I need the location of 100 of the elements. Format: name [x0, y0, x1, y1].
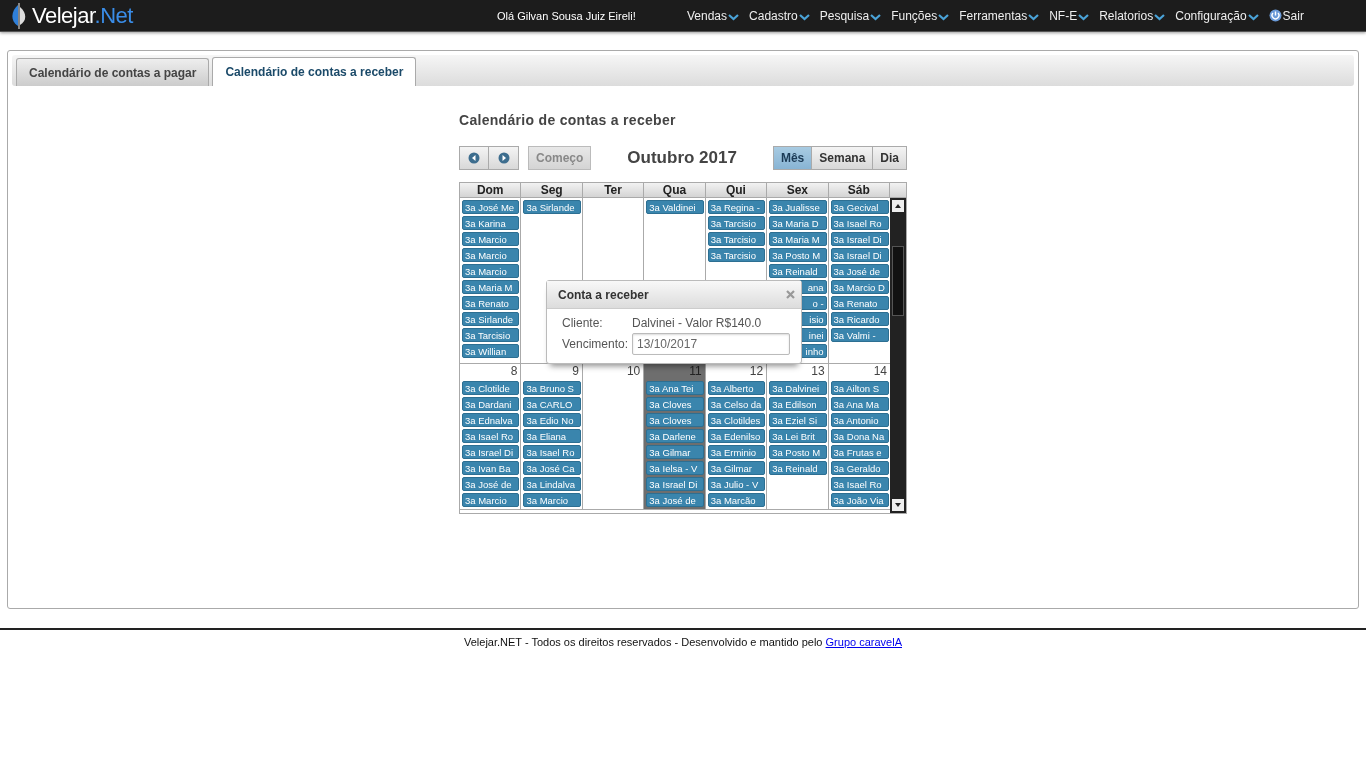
menu-item[interactable]: Ferramentas [959, 8, 1040, 23]
event-chip[interactable]: 3a Clotildes [707, 413, 766, 427]
previous-button[interactable] [459, 146, 489, 170]
view-button[interactable]: Dia [873, 146, 907, 170]
event-chip[interactable]: 3a Ielsa - V [646, 461, 704, 475]
event-chip[interactable]: 3a Dalvinei [769, 381, 827, 395]
event-chip[interactable]: 3a Erminio [707, 445, 766, 459]
scrollbar[interactable] [890, 198, 906, 513]
event-chip[interactable]: 3a João Via [830, 493, 889, 507]
event-chip[interactable]: 3a Lindalva [523, 477, 581, 491]
scrollbar-thumb[interactable] [892, 246, 904, 316]
event-chip[interactable]: 3a Karina [462, 216, 520, 230]
event-chip[interactable]: 3a Bruno S [523, 381, 581, 395]
event-chip[interactable]: 3a Marcio [462, 232, 520, 246]
menu-item[interactable]: NF-E [1049, 8, 1090, 23]
event-chip[interactable]: 3a Marcão [707, 493, 766, 507]
event-chip[interactable]: 3a Darlene [646, 429, 704, 443]
logout-link[interactable]: Sair [1268, 8, 1304, 23]
event-chip[interactable]: 3a Maria D [769, 216, 827, 230]
event-chip[interactable]: 3a José de [646, 493, 704, 507]
view-button[interactable]: Mês [772, 146, 813, 170]
event-chip[interactable]: 3a José Me [462, 200, 520, 214]
event-chip[interactable]: 3a Ivan Ba [462, 461, 520, 475]
event-chip[interactable]: 3a Isael Ro [830, 477, 889, 491]
event-chip[interactable]: 3a Eliana [523, 429, 581, 443]
event-chip[interactable]: 3a Gecival [830, 200, 889, 214]
menu-item[interactable]: Pesquisa [819, 8, 882, 23]
tab[interactable]: Calendário de contas a pagar [16, 58, 210, 86]
event-chip[interactable]: 3a Jualisse [769, 200, 827, 214]
event-chip[interactable]: 3a Maria M [462, 280, 520, 294]
event-chip[interactable]: 3a Reinald [769, 461, 827, 475]
event-chip[interactable]: 3a Posto M [769, 248, 827, 262]
menu-item[interactable]: Vendas [687, 8, 740, 23]
due-date-field[interactable]: 13/10/2017 [632, 333, 790, 355]
event-chip[interactable]: 3a Ana Ma [830, 397, 889, 411]
event-chip[interactable]: 3a Willian [462, 344, 520, 358]
view-button[interactable]: Semana [812, 146, 874, 170]
event-chip[interactable]: 3a Sirlande [462, 312, 520, 326]
event-chip[interactable]: 3a Reinald [769, 264, 827, 278]
event-chip[interactable]: 3a Isael Ro [830, 216, 889, 230]
event-chip[interactable]: 3a Ana Tei [646, 381, 704, 395]
chevron-down-icon [1247, 13, 1259, 21]
event-chip[interactable]: 3a Julio - V [707, 477, 766, 491]
event-chip[interactable]: 3a Israel Di [462, 445, 520, 459]
event-chip[interactable]: 3a Valmi - [830, 328, 889, 342]
event-chip[interactable]: 3a Tarcisio [707, 232, 766, 246]
event-chip[interactable]: 3a Marcio D [830, 280, 889, 294]
event-chip[interactable]: 3a Tarcisio [707, 216, 766, 230]
event-chip[interactable]: 3a Eziel Si [769, 413, 827, 427]
event-chip[interactable]: 3a Celso da [707, 397, 766, 411]
event-chip[interactable]: 3a Ednalva [462, 413, 520, 427]
event-chip[interactable]: 3a José de [830, 264, 889, 278]
event-chip[interactable]: 3a Alberto [707, 381, 766, 395]
event-chip[interactable]: 3a Geraldo [830, 461, 889, 475]
event-chip[interactable]: 3a Marcio [462, 264, 520, 278]
event-chip[interactable]: 3a Antonio [830, 413, 889, 427]
next-button[interactable] [489, 146, 519, 170]
event-chip[interactable]: 3a Posto M [769, 445, 827, 459]
menu-item[interactable]: Relatorios [1099, 8, 1166, 23]
event-chip[interactable]: 3a Tarcisio [462, 328, 520, 342]
event-chip[interactable]: 3a Frutas e [830, 445, 889, 459]
event-chip[interactable]: 3a Clotilde [462, 381, 520, 395]
event-chip[interactable]: 3a Israel Di [830, 248, 889, 262]
event-chip[interactable]: 3a Regina - [707, 200, 766, 214]
event-chip[interactable]: 3a Cloves [646, 397, 704, 411]
event-chip[interactable]: 3a Ailton S [830, 381, 889, 395]
event-chip[interactable]: 3a Lei Brit [769, 429, 827, 443]
event-chip[interactable]: 3a José Ca [523, 461, 581, 475]
event-chip[interactable]: 3a Sirlande [523, 200, 581, 214]
event-chip[interactable]: 3a Dona Na [830, 429, 889, 443]
menu-item[interactable]: Funções [891, 8, 950, 23]
event-chip[interactable]: 3a Gilmar [707, 461, 766, 475]
tab[interactable]: Calendário de contas a receber [212, 57, 417, 86]
event-chip[interactable]: 3a Gilmar [646, 445, 704, 459]
menu-item[interactable]: Cadastro [749, 8, 810, 23]
event-chip[interactable]: 3a Tarcisio [707, 248, 766, 262]
event-chip[interactable]: 3a Israel Di [830, 232, 889, 246]
event-chip[interactable]: 3a Renato [462, 296, 520, 310]
event-chip[interactable]: 3a José de [462, 477, 520, 491]
event-chip[interactable]: 3a Cloves [646, 413, 704, 427]
event-chip[interactable]: 3a Isael Ro [462, 429, 520, 443]
menu-item[interactable]: Configuração [1175, 8, 1259, 23]
footer-link[interactable]: Grupo caravelA [825, 636, 902, 648]
event-chip[interactable]: 3a Israel Di [646, 477, 704, 491]
event-chip[interactable]: 3a Marcio [523, 493, 581, 507]
event-chip[interactable]: 3a Edio No [523, 413, 581, 427]
event-chip[interactable]: 3a Isael Ro [523, 445, 581, 459]
weekday-header: Ter [582, 183, 645, 197]
event-chip[interactable]: 3a Maria M [769, 232, 827, 246]
event-chip[interactable]: 3a Edenilso [707, 429, 766, 443]
event-chip[interactable]: 3a Edilson [769, 397, 827, 411]
event-chip[interactable]: 3a Marcio [462, 493, 520, 507]
event-chip[interactable]: 3a Valdinei [646, 200, 704, 214]
event-chip[interactable]: 3a Ricardo [830, 312, 889, 326]
day-number: 9 [572, 364, 580, 379]
event-chip[interactable]: 3a Marcio [462, 248, 520, 262]
popup-title: Conta a receber [558, 287, 649, 302]
event-chip[interactable]: 3a Renato [830, 296, 889, 310]
event-chip[interactable]: 3a Dardani [462, 397, 520, 411]
event-chip[interactable]: 3a CARLO [523, 397, 581, 411]
